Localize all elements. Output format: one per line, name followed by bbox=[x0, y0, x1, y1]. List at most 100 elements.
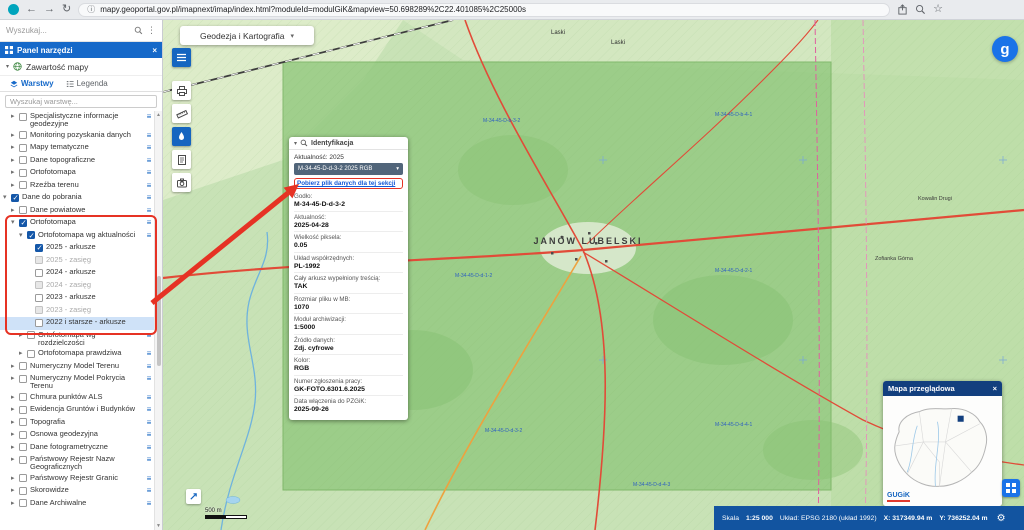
layer-checkbox[interactable] bbox=[19, 113, 27, 121]
layer-row[interactable]: Monitoring pozyskania danych ≡ bbox=[0, 130, 154, 143]
layer-row[interactable]: Dane topograficzne ≡ bbox=[0, 155, 154, 168]
expand-caret-icon[interactable] bbox=[11, 405, 19, 414]
current-extent-marker[interactable] bbox=[958, 416, 964, 422]
layer-checkbox[interactable] bbox=[19, 131, 27, 139]
layer-row[interactable]: Dane do pobrania ≡ bbox=[0, 192, 154, 205]
layer-checkbox[interactable] bbox=[19, 406, 27, 414]
layer-context-menu-icon[interactable]: ≡ bbox=[144, 362, 154, 371]
expand-caret-icon[interactable] bbox=[11, 168, 19, 177]
layer-row[interactable]: 2023 - zasięg ≡ bbox=[0, 305, 154, 318]
layer-context-menu-icon[interactable]: ≡ bbox=[144, 349, 154, 358]
expand-caret-icon[interactable] bbox=[11, 455, 19, 464]
layer-checkbox[interactable] bbox=[19, 375, 27, 383]
layer-checkbox[interactable] bbox=[35, 306, 43, 314]
layer-checkbox[interactable] bbox=[19, 206, 27, 214]
chevron-down-icon[interactable]: ▾ bbox=[294, 140, 297, 147]
layer-row[interactable]: Ortofotomapa ≡ bbox=[0, 217, 154, 230]
layer-checkbox[interactable] bbox=[11, 194, 19, 202]
global-search-bar[interactable]: Wyszukaj... ⋮ bbox=[0, 20, 162, 42]
layer-checkbox[interactable] bbox=[19, 487, 27, 495]
identify-button[interactable] bbox=[172, 127, 191, 146]
layer-checkbox[interactable] bbox=[19, 169, 27, 177]
layer-checkbox[interactable] bbox=[19, 443, 27, 451]
layer-checkbox[interactable] bbox=[19, 418, 27, 426]
layer-context-menu-icon[interactable]: ≡ bbox=[144, 143, 154, 152]
scroll-up-icon[interactable]: ▲ bbox=[156, 112, 161, 118]
layer-checkbox[interactable] bbox=[35, 244, 43, 252]
layer-context-menu-icon[interactable]: ≡ bbox=[144, 231, 154, 240]
expand-caret-icon[interactable] bbox=[19, 349, 27, 358]
layer-checkbox[interactable] bbox=[19, 499, 27, 507]
overview-map-header[interactable]: Mapa przeglądowa × bbox=[883, 381, 1002, 396]
layer-context-menu-icon[interactable]: ≡ bbox=[144, 374, 154, 383]
layer-row[interactable]: Topografia ≡ bbox=[0, 417, 154, 430]
layer-row[interactable]: Mapy tematyczne ≡ bbox=[0, 142, 154, 155]
layer-context-menu-icon[interactable]: ≡ bbox=[144, 499, 154, 508]
menu-button[interactable] bbox=[172, 48, 191, 67]
layer-context-menu-icon[interactable]: ≡ bbox=[144, 168, 154, 177]
settings-gear-icon[interactable]: ⚙ bbox=[997, 513, 1006, 524]
geoportal-logo[interactable]: g bbox=[992, 36, 1018, 62]
sheet-select[interactable]: M-34-45-D-d-3-2 2025 RGB ▾ bbox=[294, 163, 403, 175]
layer-context-menu-icon[interactable]: ≡ bbox=[144, 405, 154, 414]
layer-row[interactable]: Dane fotogrametryczne ≡ bbox=[0, 442, 154, 455]
results-list-button[interactable] bbox=[172, 150, 191, 169]
sidebar-scrollbar[interactable]: ▲ ▼ bbox=[154, 111, 162, 530]
layer-checkbox[interactable] bbox=[35, 294, 43, 302]
layer-row[interactable]: 2024 - arkusze ≡ bbox=[0, 267, 154, 280]
layer-checkbox[interactable] bbox=[27, 231, 35, 239]
bookmark-star-icon[interactable]: ☆ bbox=[933, 4, 943, 15]
layer-checkbox[interactable] bbox=[35, 256, 43, 264]
layer-context-menu-icon[interactable]: ≡ bbox=[144, 393, 154, 402]
expand-caret-icon[interactable] bbox=[11, 499, 19, 508]
layer-row[interactable]: Ortofotomapa wg rozdzielczości ≡ bbox=[0, 330, 154, 349]
layer-context-menu-icon[interactable]: ≡ bbox=[144, 430, 154, 439]
layer-row[interactable]: Ewidencja Gruntów i Budynków ≡ bbox=[0, 404, 154, 417]
expand-caret-icon[interactable] bbox=[11, 443, 19, 452]
layer-row[interactable]: 2022 i starsze - arkusze ≡ bbox=[0, 317, 154, 330]
layer-checkbox[interactable] bbox=[35, 281, 43, 289]
layer-context-menu-icon[interactable]: ≡ bbox=[144, 131, 154, 140]
layer-row[interactable]: Dane Archiwalne ≡ bbox=[0, 498, 154, 511]
address-bar[interactable]: ⓘ mapy.geoportal.gov.pl/imapnext/imap/in… bbox=[78, 3, 890, 17]
forward-icon[interactable]: → bbox=[44, 4, 55, 15]
zoom-icon[interactable] bbox=[915, 4, 926, 15]
layer-row[interactable]: Ortofotomapa ≡ bbox=[0, 167, 154, 180]
layer-row[interactable]: Osnowa geodezyjna ≡ bbox=[0, 429, 154, 442]
tab-layers[interactable]: Warstwy bbox=[10, 79, 54, 88]
layer-checkbox[interactable] bbox=[19, 181, 27, 189]
expand-caret-icon[interactable] bbox=[11, 181, 19, 190]
scale-value[interactable]: 1:25 000 bbox=[746, 515, 773, 522]
expand-caret-icon[interactable] bbox=[11, 474, 19, 483]
expand-caret-icon[interactable] bbox=[11, 486, 19, 495]
expand-caret-icon[interactable] bbox=[11, 156, 19, 165]
layer-checkbox[interactable] bbox=[19, 456, 27, 464]
layer-row[interactable]: Skorowidze ≡ bbox=[0, 485, 154, 498]
print-button[interactable] bbox=[172, 81, 191, 100]
layer-row[interactable]: Chmura punktów ALS ≡ bbox=[0, 392, 154, 405]
reload-icon[interactable]: ↻ bbox=[62, 4, 71, 15]
identify-popup-header[interactable]: ▾ Identyfikacja bbox=[289, 137, 408, 150]
layer-row[interactable]: Ortofotomapa wg aktualności ≡ bbox=[0, 230, 154, 243]
expand-caret-icon[interactable] bbox=[11, 393, 19, 402]
close-panel-icon[interactable]: × bbox=[152, 46, 157, 55]
expand-caret-icon[interactable] bbox=[11, 362, 19, 371]
layer-search-input[interactable]: Wyszukaj warstwę... bbox=[5, 95, 157, 108]
layer-checkbox[interactable] bbox=[35, 269, 43, 277]
expand-caret-icon[interactable] bbox=[11, 206, 19, 215]
expand-caret-icon[interactable] bbox=[11, 430, 19, 439]
expand-caret-icon[interactable] bbox=[19, 331, 27, 340]
global-search-input[interactable]: Wyszukaj... bbox=[6, 26, 130, 35]
layer-checkbox[interactable] bbox=[27, 350, 35, 358]
layer-row[interactable]: 2023 - arkusze ≡ bbox=[0, 292, 154, 305]
layer-row[interactable]: Ortofotomapa prawdziwa ≡ bbox=[0, 348, 154, 361]
expand-caret-icon[interactable] bbox=[11, 131, 19, 140]
layer-checkbox[interactable] bbox=[19, 144, 27, 152]
layer-row[interactable]: 2025 - arkusze ≡ bbox=[0, 242, 154, 255]
expand-caret-icon[interactable] bbox=[19, 231, 27, 240]
layer-context-menu-icon[interactable]: ≡ bbox=[144, 206, 154, 215]
overview-map-body[interactable]: GUGiK bbox=[883, 396, 1002, 506]
map-content-header[interactable]: ▾ Zawartość mapy bbox=[0, 58, 162, 76]
layer-checkbox[interactable] bbox=[35, 319, 43, 327]
expand-caret-icon[interactable] bbox=[11, 374, 19, 383]
